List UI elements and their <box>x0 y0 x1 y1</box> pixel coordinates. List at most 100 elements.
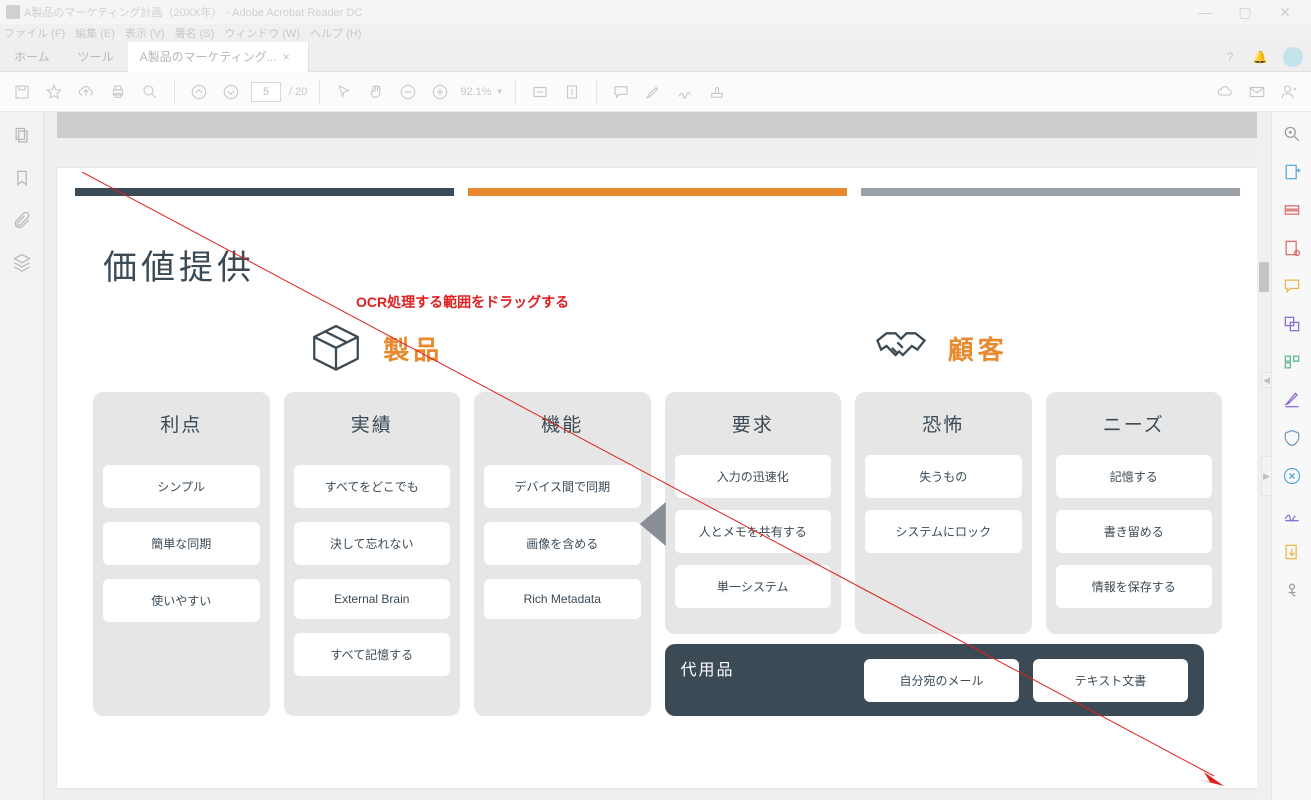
edit-pdf-icon[interactable] <box>1282 238 1302 258</box>
menu-help[interactable]: ヘルプ (H) <box>310 25 361 41</box>
tab-tools[interactable]: ツール <box>64 42 128 72</box>
cell: 画像を含める <box>484 522 641 565</box>
tab-close-icon[interactable]: × <box>283 42 290 72</box>
tab-home[interactable]: ホーム <box>0 42 64 72</box>
cell: デバイス間で同期 <box>484 465 641 508</box>
email-icon[interactable] <box>1245 80 1269 104</box>
toolbar: 5 / 20 92.1%▼ <box>0 72 1311 112</box>
close-button[interactable]: ✕ <box>1265 4 1305 21</box>
minimize-button[interactable]: — <box>1185 4 1225 20</box>
menu-view[interactable]: 表示 (V) <box>125 25 165 41</box>
sign-icon[interactable] <box>673 80 697 104</box>
document-viewport[interactable]: 価値提供 製品 顧客 利点 シンプル 簡単な同期 <box>44 112 1271 800</box>
bell-icon[interactable]: 🔔 <box>1245 50 1275 64</box>
zoom-in-icon[interactable] <box>428 80 452 104</box>
substitute-bar: 代用品 自分宛のメール テキスト文書 <box>665 644 1205 716</box>
section-customer-label: 顧客 <box>948 330 1008 367</box>
title-bar: A製品のマーケティング計画（20XX年） - Adobe Acrobat Rea… <box>0 0 1311 24</box>
cell: システムにロック <box>865 510 1022 553</box>
document-tab-bar: ホーム ツール A製品のマーケティング... × ? 🔔 <box>0 42 1311 72</box>
fit-width-icon[interactable] <box>528 80 552 104</box>
highlight-icon[interactable] <box>641 80 665 104</box>
cell: 書き留める <box>1056 510 1213 553</box>
cell: すべて記憶する <box>294 633 451 676</box>
send-icon[interactable] <box>1282 542 1302 562</box>
more-tools-icon[interactable] <box>1282 580 1302 600</box>
col-title: 恐怖 <box>865 410 1022 437</box>
col-feature: 機能 デバイス間で同期 画像を含める Rich Metadata <box>474 392 651 716</box>
cell: すべてをどこでも <box>294 465 451 508</box>
right-rail-collapse[interactable]: ▶ <box>1261 456 1271 496</box>
menu-window[interactable]: ウィンドウ (W) <box>224 25 300 41</box>
col-demand: 要求 入力の迅速化 人とメモを共有する 単一システム <box>665 392 842 634</box>
stamp-icon[interactable] <box>705 80 729 104</box>
cell: 使いやすい <box>103 579 260 622</box>
share-cloud-icon[interactable] <box>1213 80 1237 104</box>
tab-document[interactable]: A製品のマーケティング... × <box>128 42 309 72</box>
compress-icon[interactable] <box>1282 466 1302 486</box>
menu-sign[interactable]: 署名 (S) <box>175 25 215 41</box>
page-down-icon[interactable] <box>219 80 243 104</box>
sub-cell: 自分宛のメール <box>864 659 1019 702</box>
tab-label: A製品のマーケティング... <box>140 42 277 72</box>
avatar[interactable] <box>1283 47 1303 67</box>
menu-file[interactable]: ファイル (F) <box>4 25 65 41</box>
organize-icon[interactable] <box>1282 352 1302 372</box>
cell: Rich Metadata <box>484 579 641 619</box>
slide-title: 価値提供 <box>103 240 1240 289</box>
star-icon[interactable] <box>42 80 66 104</box>
hand-icon[interactable] <box>364 80 388 104</box>
section-product-label: 製品 <box>383 330 443 367</box>
layers-icon[interactable] <box>12 252 32 272</box>
print-icon[interactable] <box>106 80 130 104</box>
page-up-icon[interactable] <box>187 80 211 104</box>
cell: 入力の迅速化 <box>675 455 832 498</box>
col-achieve: 実績 すべてをどこでも 決して忘れない External Brain すべて記憶… <box>284 392 461 716</box>
col-benefit: 利点 シンプル 簡単な同期 使いやすい <box>93 392 270 716</box>
left-nav-rail <box>0 112 44 800</box>
maximize-button[interactable]: ▢ <box>1225 4 1265 21</box>
fit-page-icon[interactable] <box>560 80 584 104</box>
cell: 失うもの <box>865 455 1022 498</box>
cell: 記憶する <box>1056 455 1213 498</box>
col-title: 要求 <box>675 410 832 437</box>
zoom-out-icon[interactable] <box>396 80 420 104</box>
create-icon[interactable] <box>1282 200 1302 220</box>
decorative-bars <box>75 188 1240 196</box>
help-icon[interactable]: ? <box>1215 50 1245 64</box>
menu-edit[interactable]: 編集 (E) <box>75 25 115 41</box>
comment-icon[interactable] <box>609 80 633 104</box>
search-plus-icon[interactable] <box>1282 124 1302 144</box>
search-icon[interactable] <box>138 80 162 104</box>
scrollbar-thumb[interactable] <box>1259 262 1269 292</box>
redact-icon[interactable] <box>1282 390 1302 410</box>
attachment-icon[interactable] <box>12 210 32 230</box>
cell: External Brain <box>294 579 451 619</box>
cell: 情報を保存する <box>1056 565 1213 608</box>
comment-tool-icon[interactable] <box>1282 276 1302 296</box>
col-needs: ニーズ 記憶する 書き留める 情報を保存する <box>1046 392 1223 634</box>
zoom-level[interactable]: 92.1%▼ <box>460 86 503 98</box>
fill-sign-icon[interactable] <box>1282 504 1302 524</box>
right-tool-rail <box>1271 112 1311 800</box>
bookmark-icon[interactable] <box>12 168 32 188</box>
page: 価値提供 製品 顧客 利点 シンプル 簡単な同期 <box>57 168 1258 788</box>
pdf-icon <box>6 5 20 19</box>
sub-label: 代用品 <box>681 656 735 680</box>
cloud-upload-icon[interactable] <box>74 80 98 104</box>
cell: シンプル <box>103 465 260 508</box>
save-icon[interactable] <box>10 80 34 104</box>
window-title: A製品のマーケティング計画（20XX年） - Adobe Acrobat Rea… <box>24 4 362 20</box>
add-person-icon[interactable] <box>1277 80 1301 104</box>
thumbnails-icon[interactable] <box>12 126 32 146</box>
export-icon[interactable] <box>1282 162 1302 182</box>
page-number-input[interactable]: 5 <box>251 82 281 102</box>
cell: 人とメモを共有する <box>675 510 832 553</box>
combine-icon[interactable] <box>1282 314 1302 334</box>
pointer-icon[interactable] <box>332 80 356 104</box>
protect-icon[interactable] <box>1282 428 1302 448</box>
col-title: 実績 <box>294 410 451 437</box>
arrow-left-icon <box>639 502 665 546</box>
right-rail-marker[interactable]: ◀ <box>1261 372 1271 388</box>
sub-cell: テキスト文書 <box>1033 659 1188 702</box>
